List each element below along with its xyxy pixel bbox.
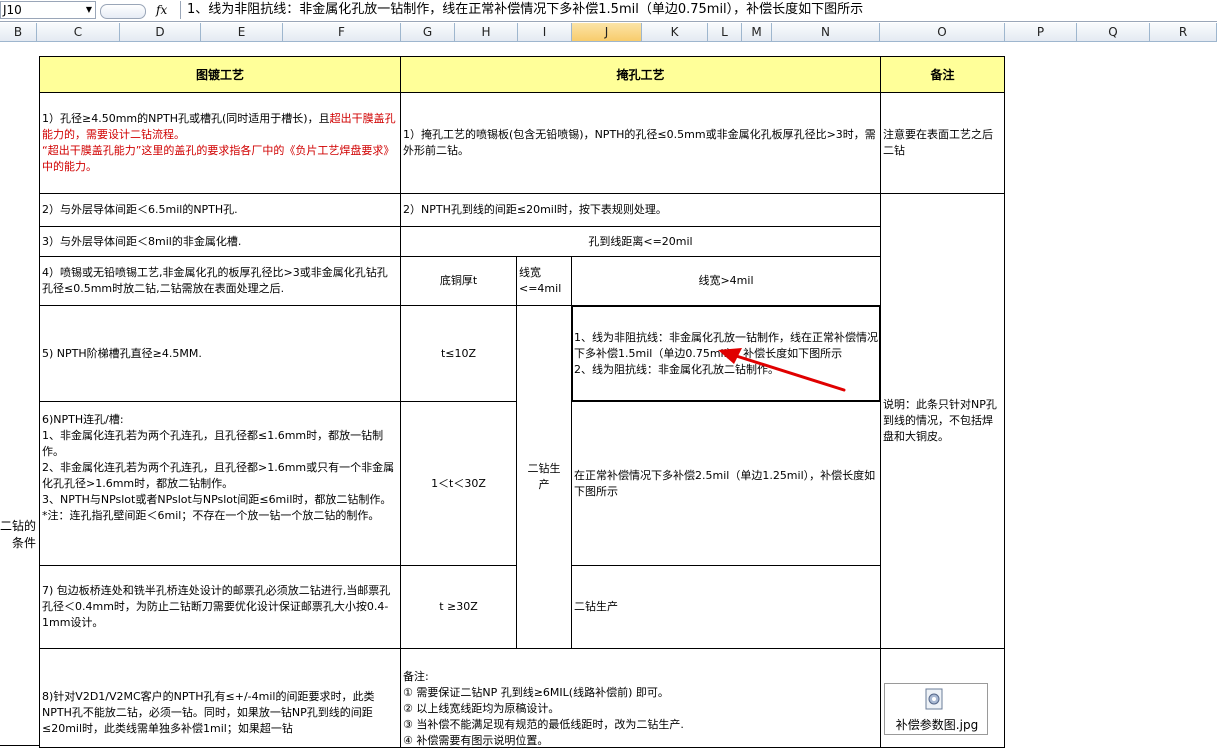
column-header-i[interactable]: I [518,23,572,42]
tenting-rule-1[interactable]: 1）掩孔工艺的喷锡板(包含无铅喷锡)，NPTH的孔径≤0.5mm或非金属化孔板厚… [400,92,881,194]
column-header-c[interactable]: C [37,23,120,42]
plating-rule-7-text: 7) 包边板桥连处和铣半孔桥连处设计的邮票孔必须放二钻进行,当邮票孔孔径＜0.4… [42,584,391,629]
plating-rule-6[interactable]: 6)NPTH连孔/槽: 1、非金属化连孔若为两个孔连孔，且孔径都≤1.6mm时，… [39,401,401,566]
plating-rule-3-text: 3）与外层导体间距＜8mil的非金属化槽. [42,234,242,248]
condition-label-text: 二钻的 条件 [0,519,36,550]
spacing-subheader-text: 孔到线距离<=20mil [588,234,693,248]
notes-text: 备注: ① 需要保证二钻NP 孔到线≥6MIL(线路补偿前) 即可。 ② 以上线… [403,670,684,747]
plating-rule-5[interactable]: 5) NPTH阶梯槽孔直径≥4.5MM. [39,305,401,402]
remark-2[interactable]: 说明：此条只针对NP孔到线的情况，不包括焊盘和大铜皮。 [880,193,1005,649]
column-header-e[interactable]: E [201,23,283,42]
column-header-p[interactable]: P [1005,23,1077,42]
plating-rule-1-main: 1）孔径≥4.50mm的NPTH孔或槽孔(同时适用于槽长)，且 [42,112,330,125]
notes-cell[interactable]: 备注: ① 需要保证二钻NP 孔到线≥6MIL(线路补偿前) 即可。 ② 以上线… [400,648,881,748]
column-header-m[interactable]: M [742,23,772,42]
column-header-j[interactable]: J [572,23,642,42]
narrow-line-header[interactable]: 线宽 <=4mil [516,256,572,306]
column-header-f[interactable]: F [283,23,401,42]
formula-bar: J10 ▼ fx 1、线为非阻抗线：非金属化孔放一钻制作，线在正常补偿情况下多补… [0,0,1217,22]
plating-rule-1-note: “超出干膜盖孔能力”这里的盖孔的要求指各厂中的《负片工艺焊盘要求》中的能力。 [42,144,395,173]
name-box-value: J10 [3,3,22,17]
narrow-line-rule-text: 二钻生产 [527,462,561,491]
tenting-rule-1-text: 1）掩孔工艺的喷锡板(包含无铅喷锡)，NPTH的孔径≤0.5mm或非金属化孔板厚… [403,128,876,157]
header-plating[interactable]: 图镀工艺 [39,56,401,93]
column-header-o[interactable]: O [880,23,1005,42]
chevron-down-icon[interactable]: ▼ [86,2,92,18]
thickness-row-1[interactable]: t≤10Z [400,305,517,402]
thickness-row-1-text: t≤10Z [440,346,477,360]
column-header-l[interactable]: L [708,23,742,42]
thickness-row-2[interactable]: 1＜t＜30Z [400,401,517,566]
header-remarks[interactable]: 备注 [880,56,1005,93]
remark-1[interactable]: 注意要在表面工艺之后二钻 [880,92,1005,194]
plating-rule-4-text: 4）喷锡或无铅喷锡工艺,非金属化孔的板厚孔径比>3或非金属化孔钻孔孔径≤0.5m… [42,266,388,295]
tenting-rule-2-text: 2）NPTH孔到线的间距≤20mil时，按下表规则处理。 [403,203,667,216]
insert-function-icon[interactable]: fx [156,1,167,19]
plating-rule-2[interactable]: 2）与外层导体间距＜6.5mil的NPTH孔. [39,193,401,227]
plating-rule-3[interactable]: 3）与外层导体间距＜8mil的非金属化槽. [39,226,401,257]
name-box[interactable]: J10 ▼ [0,1,96,19]
formula-input[interactable]: 1、线为非阻抗线：非金属化孔放一钻制作，线在正常补偿情况下多补偿1.5mil（单… [180,1,863,19]
plating-rule-2-text: 2）与外层导体间距＜6.5mil的NPTH孔. [42,203,238,216]
narrow-line-rule[interactable]: 二钻生产 [516,305,572,649]
header-remarks-label: 备注 [930,67,955,82]
plating-rule-8[interactable]: 8)针对V2D1/V2MC客户的NPTH孔有≤+/-4mil的间距要求时，此类N… [39,648,401,748]
wide-line-header-text: 线宽>4mil [698,274,754,287]
narrow-line-header-text: 线宽 <=4mil [519,266,562,295]
column-header-r[interactable]: R [1150,23,1217,42]
thickness-row-2-text: 1＜t＜30Z [431,476,486,490]
base-copper-header[interactable]: 底铜厚t [400,256,517,306]
wide-line-rule-3-text: 二钻生产 [574,600,618,613]
attachment-object[interactable]: 补偿参数图.jpg [884,683,988,735]
plating-rule-4[interactable]: 4）喷锡或无铅喷锡工艺,非金属化孔的板厚孔径比>3或非金属化孔钻孔孔径≤0.5m… [39,256,401,306]
plating-rule-8-text: 8)针对V2D1/V2MC客户的NPTH孔有≤+/-4mil的间距要求时，此类N… [42,690,375,735]
spacing-subheader[interactable]: 孔到线距离<=20mil [400,226,881,257]
formula-bar-expand-handle[interactable] [100,4,146,19]
plating-rule-6-text: 6)NPTH连孔/槽: 1、非金属化连孔若为两个孔连孔，且孔径都≤1.6mm时，… [42,413,395,522]
plating-rule-7[interactable]: 7) 包边板桥连处和铣半孔桥连处设计的邮票孔必须放二钻进行,当邮票孔孔径＜0.4… [39,565,401,649]
plating-rule-5-text: 5) NPTH阶梯槽孔直径≥4.5MM. [42,346,202,360]
header-tenting-label: 掩孔工艺 [616,67,665,82]
red-arrow-annotation [718,348,846,392]
header-plating-label: 图镀工艺 [195,67,244,82]
column-header-b[interactable]: B [0,23,37,42]
image-file-icon [925,688,943,710]
tenting-rule-2[interactable]: 2）NPTH孔到线的间距≤20mil时，按下表规则处理。 [400,193,881,227]
condition-label-cell[interactable]: 二钻的 条件 [0,56,40,746]
column-header-q[interactable]: Q [1077,23,1150,42]
wide-line-rule-3[interactable]: 二钻生产 [571,565,881,649]
attachment-filename: 补偿参数图.jpg [895,718,979,732]
formula-controls: fx [100,1,176,19]
column-header-h[interactable]: H [455,23,518,42]
plating-rule-1[interactable]: 1）孔径≥4.50mm的NPTH孔或槽孔(同时适用于槽长)，且超出干膜盖孔能力的… [39,92,401,194]
wide-line-header[interactable]: 线宽>4mil [571,256,881,306]
thickness-row-3[interactable]: t ≥30Z [400,565,517,649]
header-tenting[interactable]: 掩孔工艺 [400,56,881,93]
wide-line-rule-2-text: 在正常补偿情况下多补偿2.5mil（单边1.25mil），补偿长度如下图所示 [574,468,876,498]
base-copper-header-text: 底铜厚t [439,274,478,287]
thickness-row-3-text: t ≥30Z [439,600,478,613]
column-header-n[interactable]: N [772,23,880,42]
plating-rule-1-text: 1）孔径≥4.50mm的NPTH孔或槽孔(同时适用于槽长)，且超出干膜盖孔能力的… [42,111,398,175]
column-header-g[interactable]: G [401,23,455,42]
remark-1-text: 注意要在表面工艺之后二钻 [883,128,993,157]
column-header-k[interactable]: K [642,23,708,42]
remark-2-text: 说明：此条只针对NP孔到线的情况，不包括焊盘和大铜皮。 [883,398,997,443]
column-header-d[interactable]: D [120,23,201,42]
wide-line-rule-2[interactable]: 在正常补偿情况下多补偿2.5mil（单边1.25mil），补偿长度如下图所示 [571,401,881,566]
